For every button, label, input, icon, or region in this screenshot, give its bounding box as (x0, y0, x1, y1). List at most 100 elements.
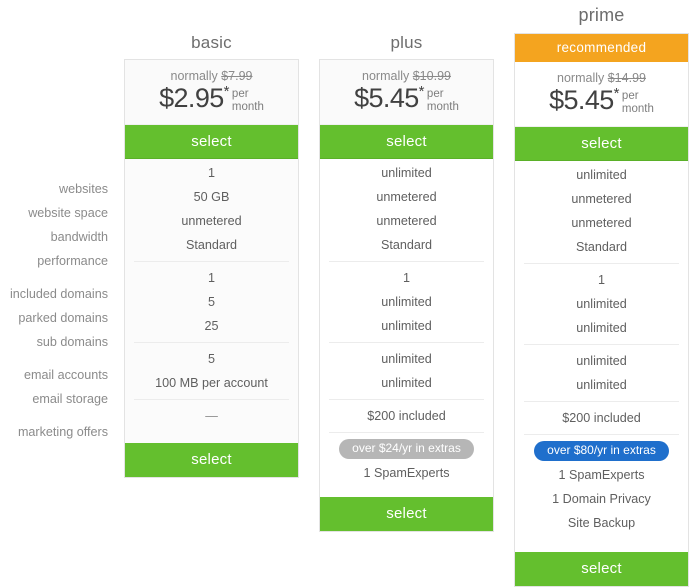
recommended-badge: recommended (515, 34, 688, 62)
feature-group-divider (134, 341, 289, 343)
plan-title-plus: plus (390, 33, 423, 52)
feature-group-divider (524, 400, 679, 402)
price-value: $2.95 (159, 83, 224, 113)
price-value: $5.45 (549, 85, 614, 115)
normally-price-plus: normally $10.99 (320, 69, 493, 83)
feature-value-bandwidth: unmetered (571, 215, 632, 230)
price-value: $5.45 (354, 83, 419, 113)
price-amount-plus: $5.45* (354, 84, 424, 112)
feature-label-sub-domains: sub domains (36, 335, 108, 349)
feature-value-sub-domains: 25 (204, 318, 219, 333)
price-row-prime: $5.45* per month (515, 86, 688, 116)
normally-prefix: normally (557, 71, 608, 85)
feature-value-email-accounts: unlimited (381, 351, 432, 366)
feature-label-websites: websites (59, 182, 108, 196)
price-asterisk: * (223, 83, 230, 100)
extras-item-site-backup: Site Backup (567, 515, 636, 530)
price-row-basic: $2.95* per month (125, 84, 298, 114)
feature-value-email-accounts: unlimited (576, 353, 627, 368)
price-asterisk: * (613, 85, 620, 102)
feature-value-websites: unlimited (381, 165, 432, 180)
feature-value-website-space: unmetered (376, 189, 437, 204)
feature-value-sub-domains: unlimited (576, 320, 627, 335)
select-button-prime-bottom[interactable]: select (515, 552, 688, 586)
feature-group-divider (134, 398, 289, 400)
feature-label-email-storage: email storage (32, 392, 108, 406)
feature-value-email-storage: 100 MB per account (155, 375, 268, 390)
normally-struck-price: $14.99 (607, 71, 646, 85)
feature-value-performance: Standard (575, 239, 628, 254)
plan-title-prime: prime (578, 5, 625, 25)
feature-values-basic: 1 50 GB unmetered Standard 1 5 25 5 100 … (125, 159, 298, 443)
feature-value-bandwidth: unmetered (181, 213, 242, 228)
feature-group-divider (524, 343, 679, 345)
per-month-plus: per month (426, 88, 459, 113)
feature-value-marketing-offers: $200 included (367, 408, 446, 423)
feature-value-website-space: 50 GB (193, 189, 230, 204)
feature-value-included-domains: 1 (402, 270, 410, 285)
select-button-plus-top[interactable]: select (320, 124, 493, 159)
select-button-plus-bottom[interactable]: select (320, 497, 493, 531)
feature-value-marketing-offers: — (205, 408, 218, 423)
select-button-prime-top[interactable]: select (515, 126, 688, 161)
select-button-basic-bottom[interactable]: select (125, 443, 298, 477)
feature-value-marketing-offers: $200 included (562, 410, 641, 425)
feature-group-divider (524, 262, 679, 264)
price-asterisk: * (418, 83, 425, 100)
extras-pill-row-plus: over $24/yr in extras (320, 437, 493, 461)
price-row-plus: $5.45* per month (320, 84, 493, 114)
extras-item-spamexperts: 1 SpamExperts (363, 465, 450, 480)
normally-struck-price: $7.99 (221, 69, 253, 83)
feature-group-divider (329, 260, 484, 262)
feature-value-websites: 1 (207, 165, 215, 180)
plan-card-plus: normally $10.99 $5.45* per month select … (319, 59, 494, 532)
feature-label-marketing-offers: marketing offers (17, 425, 108, 439)
feature-label-bandwidth: bandwidth (50, 230, 108, 244)
feature-label-column: websites website space bandwidth perform… (0, 177, 108, 444)
feature-value-performance: Standard (380, 237, 433, 252)
feature-value-included-domains: 1 (597, 272, 605, 287)
feature-label-included-domains: included domains (9, 287, 108, 301)
extras-pill-plus: over $24/yr in extras (339, 438, 474, 459)
per-month-prime: per month (621, 90, 654, 115)
feature-values-prime: unlimited unmetered unmetered Standard 1… (515, 161, 688, 552)
feature-group-divider (134, 260, 289, 262)
feature-label-website-space: website space (28, 206, 108, 220)
feature-value-website-space: unmetered (571, 191, 632, 206)
feature-value-websites: unlimited (576, 167, 627, 182)
label-group-spacer (0, 411, 108, 420)
feature-values-plus: unlimited unmetered unmetered Standard 1… (320, 159, 493, 497)
plan-title-basic: basic (191, 33, 232, 52)
extras-pill-prime: over $80/yr in extras (534, 440, 669, 461)
plan-card-basic: normally $7.99 $2.95* per month select 1… (124, 59, 299, 478)
feature-value-bandwidth: unmetered (376, 213, 437, 228)
feature-value-email-accounts: 5 (207, 351, 215, 366)
price-block-plus: normally $10.99 $5.45* per month (320, 60, 493, 125)
extras-item-domain-privacy: 1 Domain Privacy (552, 491, 651, 506)
feature-value-email-storage: unlimited (381, 375, 432, 390)
feature-group-divider (329, 398, 484, 400)
normally-price-basic: normally $7.99 (125, 69, 298, 83)
feature-label-parked-domains: parked domains (18, 311, 108, 325)
normally-struck-price: $10.99 (412, 69, 451, 83)
price-block-prime: normally $14.99 $5.45* per month (515, 62, 688, 127)
plan-card-prime: recommended normally $14.99 $5.45* per m… (514, 33, 689, 587)
feature-group-divider (329, 341, 484, 343)
normally-prefix: normally (362, 69, 413, 83)
price-amount-basic: $2.95* (159, 84, 229, 112)
feature-group-divider (329, 431, 484, 433)
label-group-spacer (0, 273, 108, 282)
normally-price-prime: normally $14.99 (515, 71, 688, 85)
feature-value-parked-domains: unlimited (381, 294, 432, 309)
normally-prefix: normally (170, 69, 222, 83)
pricing-table: basic plus prime websites website space … (0, 0, 700, 587)
feature-label-email-accounts: email accounts (24, 368, 108, 382)
feature-value-sub-domains: unlimited (381, 318, 432, 333)
per-month-basic: per month (231, 88, 264, 113)
feature-group-divider (524, 433, 679, 435)
feature-value-included-domains: 1 (207, 270, 215, 285)
extras-item-spamexperts: 1 SpamExperts (558, 467, 645, 482)
select-button-basic-top[interactable]: select (125, 124, 298, 159)
feature-value-performance: Standard (185, 237, 238, 252)
label-group-spacer (0, 354, 108, 363)
